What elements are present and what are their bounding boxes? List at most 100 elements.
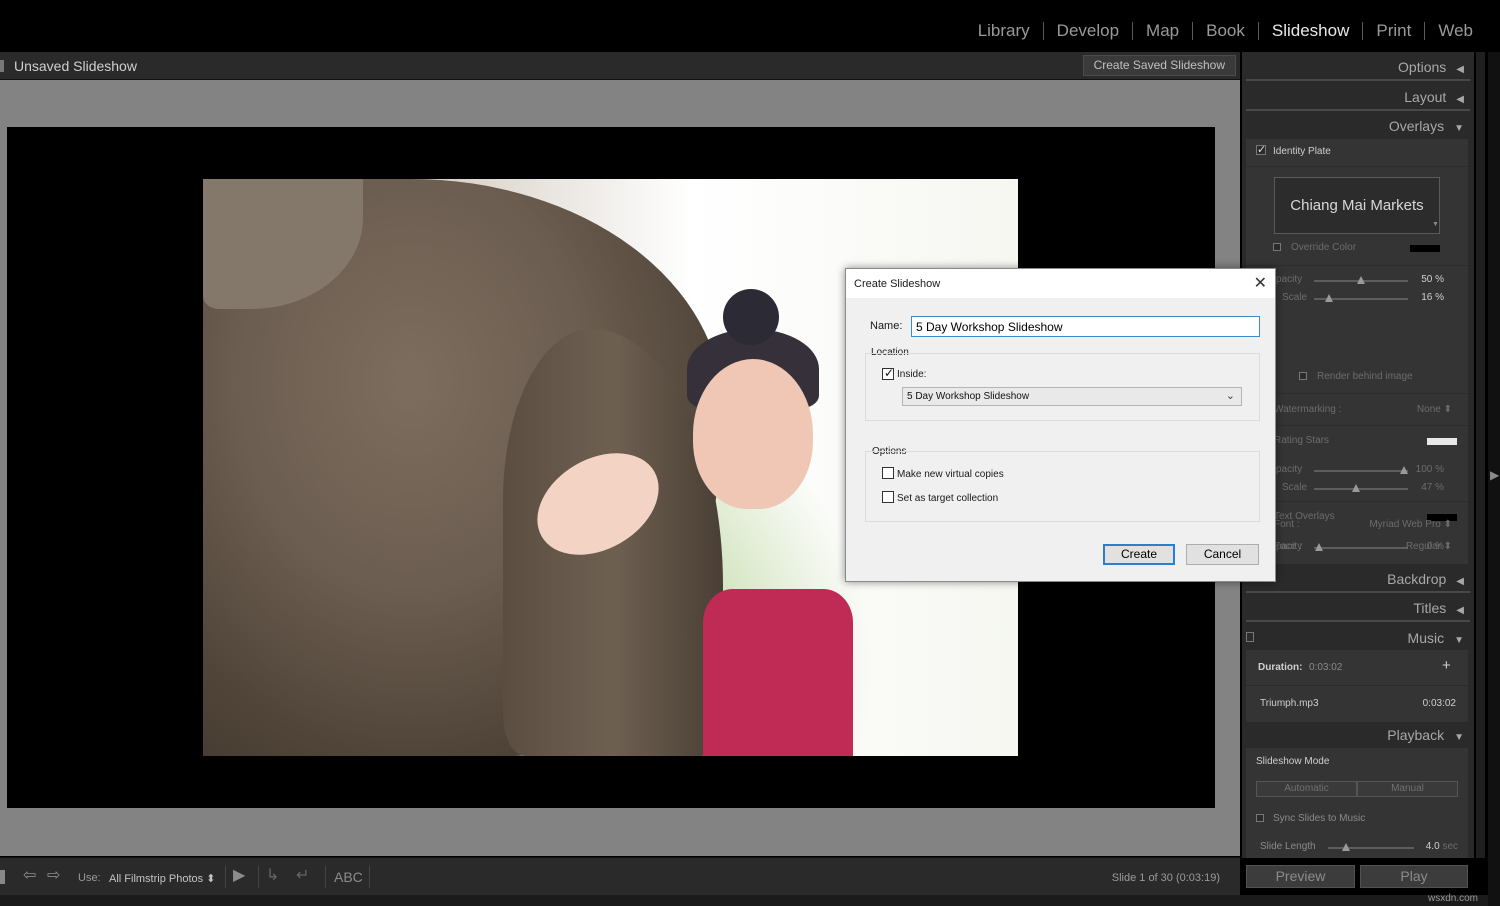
module-print[interactable]: Print — [1363, 20, 1424, 42]
slide-length-slider[interactable] — [1328, 847, 1414, 849]
identity-plate-dropdown-icon[interactable]: ▼ — [1432, 221, 1439, 228]
module-web[interactable]: Web — [1425, 20, 1486, 42]
panel-expand-arrow-icon[interactable]: ▶ — [1490, 468, 1499, 482]
rating-opacity-label: pacity — [1276, 464, 1302, 475]
collapse-triangle-icon: ◀ — [1456, 576, 1464, 587]
override-color-swatch[interactable] — [1410, 245, 1440, 252]
module-library[interactable]: Library — [965, 20, 1043, 42]
target-collection-checkbox[interactable] — [882, 491, 894, 503]
inside-checkbox[interactable] — [882, 368, 894, 380]
rating-scale-slider[interactable] — [1314, 488, 1408, 490]
right-panel-scrollbar[interactable] — [1476, 52, 1485, 858]
expand-triangle-icon: ▼ — [1454, 732, 1464, 743]
watermarking-label: Watermarking : — [1274, 404, 1341, 415]
name-label: Name: — [870, 320, 902, 332]
rating-opacity-slider[interactable] — [1314, 470, 1408, 472]
next-slide-icon[interactable]: ⇨ — [47, 868, 60, 884]
music-track-length: 0:03:02 — [1406, 698, 1456, 709]
slider-knob[interactable] — [1352, 484, 1360, 492]
filmstrip-edge — [0, 895, 1500, 906]
toolbar-divider — [225, 866, 226, 888]
woman-hair-bun — [723, 289, 779, 345]
mode-automatic-button[interactable]: Automatic — [1256, 781, 1357, 797]
render-behind-checkbox[interactable] — [1299, 372, 1307, 380]
panel-playback-header[interactable]: Playback▼ — [1387, 727, 1464, 743]
music-section: Duration: 0:03:02 + Triumph.mp3 0:03:02 — [1246, 650, 1468, 722]
virtual-copies-checkbox[interactable] — [882, 467, 894, 479]
duration-label: Duration: — [1258, 662, 1302, 673]
identity-plate-editor[interactable]: Chiang Mai Markets — [1274, 177, 1440, 234]
collapse-triangle-icon: ◀ — [1456, 605, 1464, 616]
slider-knob[interactable] — [1342, 843, 1350, 851]
woman-dress — [703, 589, 853, 756]
rating-stars-label: Rating Stars — [1274, 435, 1329, 446]
woman-face — [693, 359, 813, 509]
render-behind-label: Render behind image — [1317, 371, 1413, 382]
mode-manual-button[interactable]: Manual — [1357, 781, 1458, 797]
panel-options-header[interactable]: Options◀ — [1398, 59, 1464, 75]
panel-music-header[interactable]: Music▼ — [1408, 630, 1464, 646]
override-color-checkbox[interactable] — [1273, 243, 1281, 251]
music-track-name[interactable]: Triumph.mp3 — [1260, 698, 1319, 709]
rotate-right-icon[interactable]: ↵ — [296, 868, 309, 884]
slider-knob[interactable] — [1400, 466, 1408, 474]
font-select[interactable]: Myriad Web Pro ⬍ — [1346, 519, 1452, 530]
slider-knob[interactable] — [1357, 276, 1365, 284]
font-label: Font : — [1274, 519, 1300, 530]
panel-divider — [1246, 393, 1468, 394]
slideshow-name-input[interactable] — [911, 316, 1260, 337]
preview-button[interactable]: Preview — [1246, 865, 1355, 888]
identity-plate-checkbox[interactable] — [1256, 145, 1266, 155]
playback-section: Slideshow Mode Automatic Manual Sync Sli… — [1246, 748, 1468, 858]
watermarking-select[interactable]: None ⬍ — [1396, 404, 1452, 415]
panel-overlays-header[interactable]: Overlays ▼ — [1389, 118, 1464, 134]
music-enable-checkbox[interactable] — [1246, 632, 1254, 642]
panel-backdrop-label: Backdrop — [1387, 571, 1446, 587]
module-slideshow[interactable]: Slideshow — [1259, 20, 1363, 42]
rating-scale-label: Scale — [1282, 482, 1307, 493]
panel-divider — [1246, 79, 1470, 81]
rotate-left-icon[interactable]: ↳ — [266, 868, 279, 884]
override-color-label: Override Color — [1291, 242, 1356, 253]
slider-knob[interactable] — [1325, 294, 1333, 302]
add-music-icon[interactable]: + — [1442, 657, 1451, 674]
panel-divider — [1246, 591, 1470, 593]
cancel-button[interactable]: Cancel — [1186, 544, 1259, 565]
play-button[interactable]: Play — [1360, 865, 1468, 888]
inside-collection-select[interactable]: 5 Day Workshop Slideshow ⌄ — [902, 387, 1242, 406]
module-develop[interactable]: Develop — [1044, 20, 1132, 42]
slideshow-toolbar: ⇦ ⇨ Use: All Filmstrip Photos ⬍ ▶ ↳ ↵ AB… — [0, 857, 1240, 895]
identity-opacity-slider[interactable] — [1314, 280, 1408, 282]
identity-scale-slider[interactable] — [1314, 298, 1408, 300]
duration-value: 0:03:02 — [1309, 662, 1342, 673]
left-panel-toggle[interactable] — [0, 60, 4, 72]
panel-music-label: Music — [1408, 630, 1445, 646]
face-select[interactable]: Regular ⬍ — [1366, 541, 1452, 552]
create-saved-slideshow-button[interactable]: Create Saved Slideshow — [1083, 55, 1236, 76]
slide-length-unit: sec — [1442, 841, 1458, 852]
panel-layout-header[interactable]: Layout◀ — [1404, 89, 1464, 105]
create-button[interactable]: Create — [1103, 544, 1175, 565]
rating-stars-color-swatch[interactable] — [1427, 438, 1457, 445]
expand-triangle-icon: ▼ — [1454, 123, 1464, 134]
close-icon[interactable]: ✕ — [1254, 273, 1267, 293]
module-map[interactable]: Map — [1133, 20, 1192, 42]
panel-overlays-label: Overlays — [1389, 118, 1444, 134]
previous-slide-icon[interactable]: ⇦ — [23, 868, 36, 884]
chevron-down-icon: ⌄ — [1226, 389, 1235, 402]
panel-titles-header[interactable]: Titles◀ — [1413, 600, 1464, 616]
slideshow-title: Unsaved Slideshow — [14, 58, 137, 74]
panel-divider — [1246, 685, 1468, 686]
panel-backdrop-header[interactable]: Backdrop ◀ — [1387, 571, 1464, 587]
use-filter-select[interactable]: All Filmstrip Photos ⬍ — [109, 872, 215, 885]
sync-slides-checkbox[interactable] — [1256, 814, 1264, 822]
play-preview-icon[interactable]: ▶ — [233, 868, 245, 884]
inside-label: Inside: — [897, 369, 926, 380]
face-label: Face : — [1274, 541, 1302, 552]
add-text-button[interactable]: ABC — [334, 869, 363, 885]
toolbar-edge — [0, 870, 5, 884]
virtual-copies-label: Make new virtual copies — [897, 469, 1004, 480]
panel-divider — [1246, 620, 1470, 622]
module-book[interactable]: Book — [1193, 20, 1258, 42]
panel-divider — [1246, 166, 1468, 167]
